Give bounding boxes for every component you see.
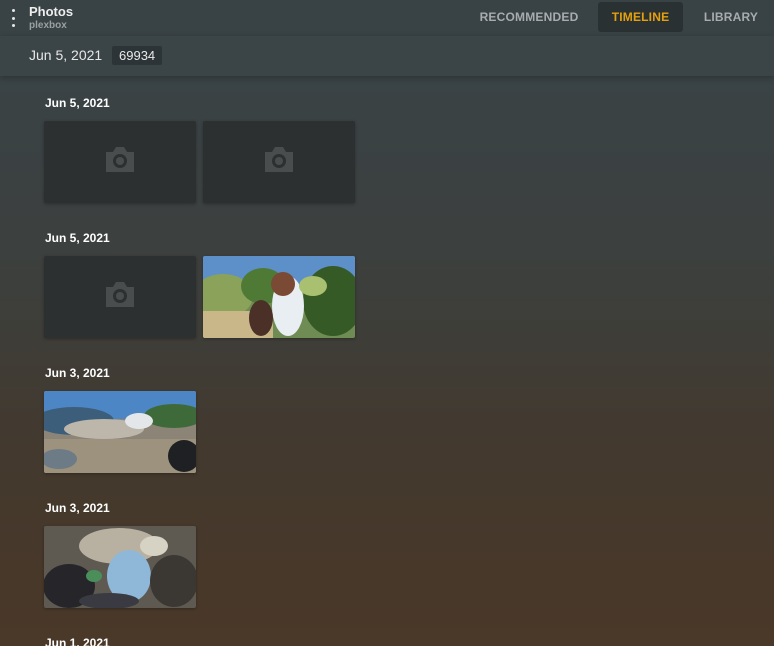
tab-library[interactable]: LIBRARY — [698, 2, 764, 32]
photo-placeholder-tile[interactable] — [44, 121, 196, 203]
photo-thumbnail[interactable] — [203, 256, 355, 338]
item-count-badge: 69934 — [112, 46, 163, 65]
group-date: Jun 5, 2021 — [45, 96, 110, 110]
top-bar: Photos plexbox RECOMMENDED TIMELINE LIBR… — [0, 0, 774, 36]
app-title[interactable]: Photos — [29, 4, 73, 19]
photo-placeholder-tile[interactable] — [44, 256, 196, 338]
photo-placeholder-tile[interactable] — [203, 121, 355, 203]
app-subtitle: plexbox — [29, 20, 67, 31]
tab-recommended[interactable]: RECOMMENDED — [473, 2, 585, 32]
photo-thumbnail[interactable] — [44, 526, 196, 608]
camera-icon — [106, 147, 134, 172]
current-date: Jun 5, 2021 — [29, 47, 103, 63]
timeline-header: Jun 5, 2021 69934 — [0, 36, 774, 76]
photo-image — [44, 391, 196, 473]
photo-image — [203, 256, 355, 338]
group-date: Jun 3, 2021 — [45, 366, 110, 380]
photo-image — [44, 526, 196, 608]
more-vertical-icon[interactable] — [9, 9, 17, 27]
photo-thumbnail[interactable] — [44, 391, 196, 473]
group-date: Jun 1, 2021 — [45, 636, 110, 646]
camera-icon — [265, 147, 293, 172]
group-date: Jun 5, 2021 — [45, 231, 110, 245]
tab-timeline[interactable]: TIMELINE — [598, 2, 683, 32]
group-date: Jun 3, 2021 — [45, 501, 110, 515]
camera-icon — [106, 282, 134, 307]
